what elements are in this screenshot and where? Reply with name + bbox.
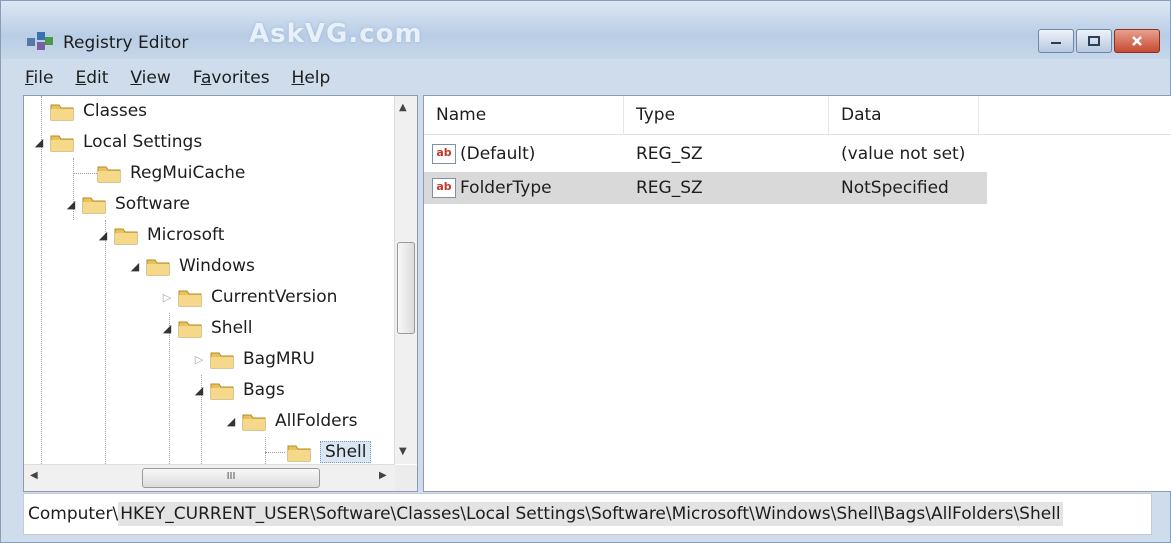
- folder-icon: [114, 228, 138, 245]
- string-value-icon: ab: [432, 144, 456, 164]
- tree-node-windows[interactable]: ◢ Windows: [128, 251, 255, 281]
- value-name: FolderType: [460, 178, 552, 198]
- title-bar[interactable]: Registry Editor AskVG.com: [1, 1, 1170, 59]
- value-name: (Default): [460, 144, 536, 164]
- folder-icon: [242, 414, 266, 431]
- menu-help[interactable]: Help: [292, 68, 331, 88]
- folder-icon: [50, 135, 74, 152]
- expanded-triangle-icon[interactable]: ◢: [64, 197, 78, 211]
- menu-favorites[interactable]: Favorites: [193, 68, 270, 88]
- status-bar: Computer\ HKEY_CURRENT_USER\Software\Clas…: [23, 493, 1152, 535]
- value-data: NotSpecified: [841, 178, 949, 198]
- tree-node-microsoft[interactable]: ◢ Microsoft: [96, 220, 225, 250]
- status-computer-prefix: Computer\: [28, 504, 119, 524]
- folder-icon: [210, 352, 234, 369]
- minimize-button[interactable]: [1038, 29, 1074, 53]
- tree-connector: [105, 220, 106, 464]
- window-title: Registry Editor: [63, 33, 189, 53]
- menu-bar: File Edit View Favorites Help: [1, 63, 1170, 93]
- expanded-triangle-icon[interactable]: ◢: [224, 414, 238, 428]
- value-name-cell: ab (Default): [424, 144, 624, 164]
- tree-node-classes[interactable]: Classes: [32, 96, 147, 126]
- key-tree-pane[interactable]: Classes ◢ Local Settings RegMuiCache ◢ S…: [23, 95, 418, 492]
- tree-connector: [265, 437, 266, 464]
- expanded-triangle-icon[interactable]: ◢: [32, 135, 46, 149]
- maximize-button[interactable]: [1076, 29, 1112, 53]
- status-key-path: HKEY_CURRENT_USER\Software\Classes\Local…: [118, 502, 1063, 526]
- value-row-default[interactable]: ab (Default) REG_SZ (value not set): [424, 138, 984, 170]
- folder-icon: [210, 383, 234, 400]
- close-button[interactable]: [1114, 29, 1160, 53]
- tree-node-bags[interactable]: ◢ Bags: [192, 375, 285, 405]
- vertical-scroll-thumb[interactable]: [397, 242, 415, 334]
- column-header-name[interactable]: Name: [424, 96, 624, 134]
- horizontal-scroll-thumb[interactable]: III: [142, 468, 320, 488]
- tree-node-software[interactable]: ◢ Software: [64, 189, 190, 219]
- value-type: REG_SZ: [636, 178, 703, 198]
- collapsed-triangle-icon[interactable]: ▷: [192, 352, 206, 366]
- tree-node-local-settings[interactable]: ◢ Local Settings: [32, 127, 202, 157]
- watermark: AskVG.com: [249, 19, 423, 49]
- expanded-triangle-icon[interactable]: ◢: [128, 259, 142, 273]
- registry-editor-window: Registry Editor AskVG.com File Edit View…: [0, 0, 1171, 543]
- scroll-up-arrow-icon[interactable]: ▲: [399, 102, 407, 113]
- folder-icon: [82, 197, 106, 214]
- values-list-pane[interactable]: Name Type Data ab (Default) REG_SZ (valu…: [423, 95, 1171, 492]
- folder-icon: [50, 104, 74, 121]
- scroll-left-arrow-icon[interactable]: ◀: [30, 470, 38, 481]
- column-header-data[interactable]: Data: [829, 96, 979, 134]
- tree-node-currentversion[interactable]: ▷ CurrentVersion: [160, 282, 338, 312]
- registry-editor-icon: [27, 32, 53, 50]
- scroll-down-arrow-icon[interactable]: ▼: [399, 446, 407, 457]
- collapsed-triangle-icon[interactable]: ▷: [160, 290, 174, 304]
- menu-edit[interactable]: Edit: [75, 68, 108, 88]
- list-header: Name Type Data: [424, 96, 1171, 135]
- tree-node-shell-selected[interactable]: Shell: [286, 437, 372, 467]
- menu-file[interactable]: File: [25, 68, 53, 88]
- folder-icon: [178, 321, 202, 338]
- tree-horizontal-scrollbar[interactable]: ◀ III ▶: [24, 464, 395, 491]
- tree-node-allfolders[interactable]: ◢ AllFolders: [224, 406, 358, 436]
- value-data: (value not set): [841, 144, 966, 164]
- folder-icon: [146, 259, 170, 276]
- close-icon: [1132, 36, 1142, 46]
- tree-connector: [265, 452, 285, 453]
- maximize-icon: [1088, 36, 1100, 46]
- menu-view[interactable]: View: [130, 68, 170, 88]
- window-controls: [1036, 29, 1160, 53]
- value-row-foldertype[interactable]: ab FolderType REG_SZ NotSpecified: [424, 172, 987, 204]
- expanded-triangle-icon[interactable]: ◢: [160, 321, 174, 335]
- value-name-cell: ab FolderType: [424, 178, 624, 198]
- tree-node-shell[interactable]: ◢ Shell: [160, 313, 253, 343]
- scroll-right-arrow-icon[interactable]: ▶: [379, 470, 387, 481]
- column-header-type[interactable]: Type: [624, 96, 829, 134]
- expanded-triangle-icon[interactable]: ◢: [96, 228, 110, 242]
- minimize-icon: [1051, 42, 1061, 44]
- string-value-icon: ab: [432, 178, 456, 198]
- tree-vertical-scrollbar[interactable]: ▲ ▼: [394, 96, 417, 464]
- folder-icon: [97, 166, 121, 183]
- expanded-triangle-icon[interactable]: ◢: [192, 383, 206, 397]
- folder-icon: [178, 290, 202, 307]
- value-type: REG_SZ: [636, 144, 703, 164]
- tree-node-regmuicache[interactable]: RegMuiCache: [96, 158, 245, 188]
- tree-node-bagmru[interactable]: ▷ BagMRU: [192, 344, 315, 374]
- folder-icon: [287, 445, 311, 462]
- scrollbar-corner: [395, 465, 417, 491]
